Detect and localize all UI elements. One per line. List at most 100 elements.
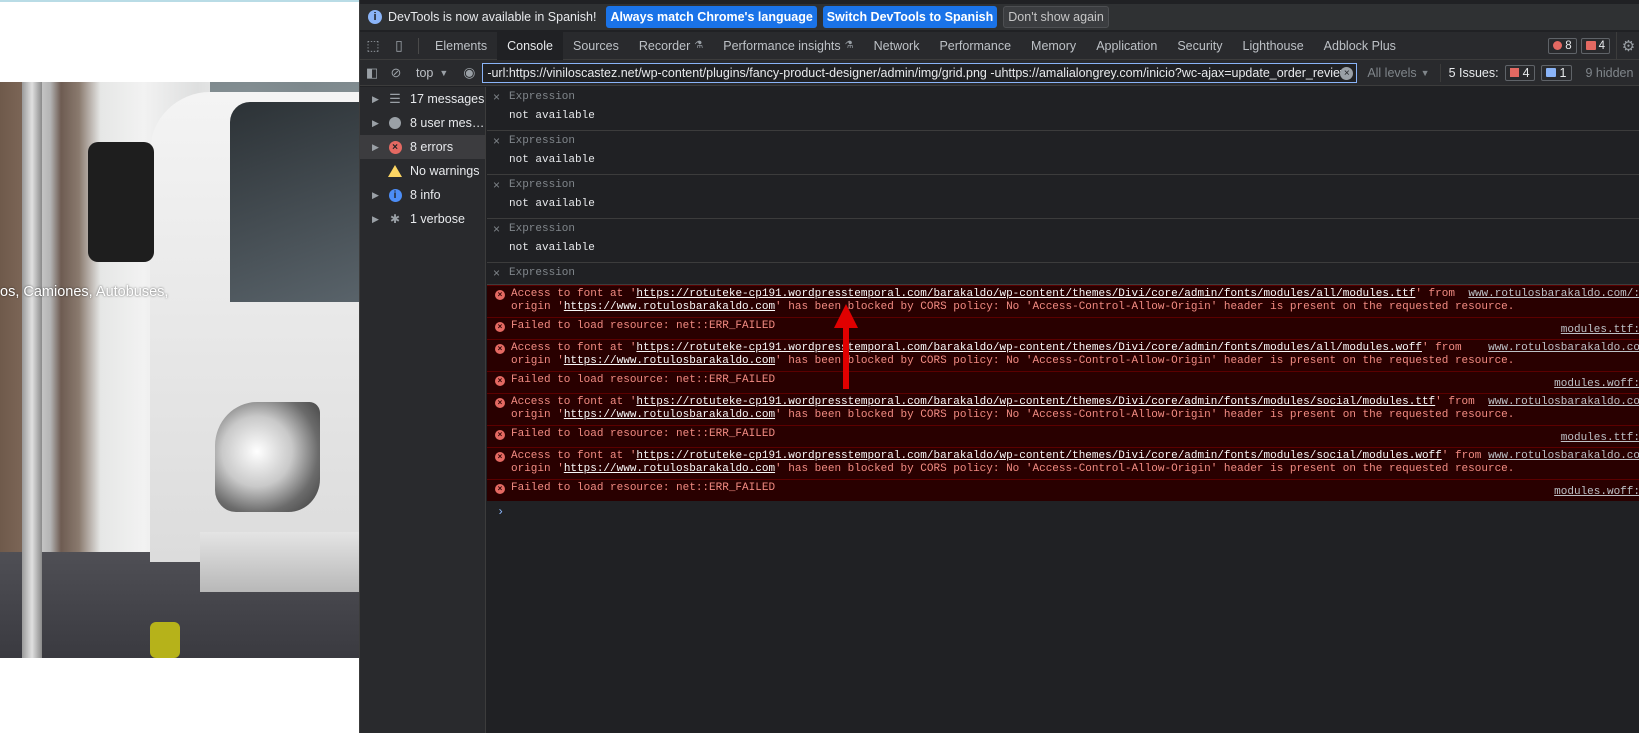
- chevron-down-icon: ▼: [1420, 67, 1430, 78]
- tab-recorder[interactable]: Recorder ⚗: [629, 32, 713, 60]
- list-icon: ☰: [389, 91, 401, 106]
- bug-icon: ✱: [389, 212, 401, 226]
- warning-count: 4: [1598, 39, 1605, 52]
- live-expression[interactable]: × Expression: [487, 263, 1639, 285]
- failed-resource-message[interactable]: × Failed to load resource: net::ERR_FAIL…: [487, 425, 1639, 447]
- sidebar-item-label: 8 user mes…: [410, 116, 485, 130]
- source-link[interactable]: modules.woff:: [1548, 378, 1639, 391]
- flask-icon: ⚗: [694, 40, 704, 51]
- source-link[interactable]: www.rotulosbarakaldo.co: [1482, 450, 1639, 463]
- source-link[interactable]: modules.woff:: [1548, 486, 1639, 499]
- error-icon: ×: [388, 140, 402, 154]
- sidebar-item-messages[interactable]: ▶ ☰ 17 messages: [360, 87, 485, 111]
- live-expression[interactable]: × Expression not available: [487, 131, 1639, 175]
- origin-link[interactable]: https://www.rotulosbarakaldo.com: [564, 355, 775, 367]
- sidebar-item-user-messages[interactable]: ▶ 8 user mes…: [360, 111, 485, 135]
- switch-to-spanish-button[interactable]: Switch DevTools to Spanish: [822, 6, 998, 28]
- tab-performance[interactable]: Performance: [929, 32, 1021, 60]
- live-expression-eye-icon[interactable]: ◉: [456, 64, 482, 81]
- tab-application[interactable]: Application: [1086, 32, 1167, 60]
- origin-link[interactable]: https://www.rotulosbarakaldo.com: [564, 463, 775, 475]
- source-link[interactable]: www.rotulosbarakaldo.co: [1482, 342, 1639, 355]
- source-link[interactable]: modules.ttf:: [1554, 432, 1639, 445]
- origin-link[interactable]: https://www.rotulosbarakaldo.com: [564, 409, 775, 421]
- remove-expression-icon[interactable]: ×: [493, 178, 500, 192]
- cors-error-message[interactable]: × Access to font at 'https://rotuteke-cp…: [487, 393, 1639, 425]
- font-url-link[interactable]: https://rotuteke-cp191.wordpresstemporal…: [636, 396, 1435, 408]
- tab-elements[interactable]: Elements: [425, 32, 497, 60]
- expand-arrow-icon: ▶: [372, 117, 379, 128]
- sidebar-item-info[interactable]: ▶ i 8 info: [360, 183, 485, 207]
- error-icon: ×: [495, 430, 505, 440]
- cors-error-message[interactable]: × Access to font at 'https://rotuteke-cp…: [487, 447, 1639, 479]
- live-expression[interactable]: × Expression not available: [487, 219, 1639, 263]
- live-expression[interactable]: × Expression not available: [487, 175, 1639, 219]
- cors-error-message[interactable]: × Access to font at 'https://rotuteke-cp…: [487, 339, 1639, 371]
- tab-memory[interactable]: Memory: [1021, 32, 1086, 60]
- tab-lighthouse[interactable]: Lighthouse: [1233, 32, 1314, 60]
- sidebar-item-errors[interactable]: ▶ × 8 errors: [360, 135, 485, 159]
- hero-caption: os, Camiones, Autobuses,: [0, 284, 169, 300]
- page-top-border: [0, 0, 359, 2]
- inspect-element-icon[interactable]: ⬚: [360, 32, 386, 60]
- remove-expression-icon[interactable]: ×: [493, 90, 500, 104]
- log-levels-dropdown[interactable]: All levels ▼: [1357, 66, 1439, 80]
- tab-recorder-label: Recorder: [638, 38, 691, 53]
- failed-resource-message[interactable]: × Failed to load resource: net::ERR_FAIL…: [487, 371, 1639, 393]
- sidebar-item-warnings[interactable]: No warnings: [360, 159, 485, 183]
- font-url-link[interactable]: https://rotuteke-cp191.wordpresstemporal…: [636, 288, 1415, 300]
- dont-show-again-button[interactable]: Don't show again: [1003, 6, 1109, 28]
- info-icon: i: [388, 188, 402, 202]
- tab-adblock-plus[interactable]: Adblock Plus: [1314, 32, 1406, 60]
- tab-performance-insights-label: Performance insights: [723, 38, 841, 53]
- tab-console[interactable]: Console: [497, 31, 563, 60]
- error-count: 8: [1565, 39, 1572, 52]
- clear-filter-icon[interactable]: ×: [1340, 66, 1354, 80]
- origin-link[interactable]: https://www.rotulosbarakaldo.com: [564, 301, 775, 313]
- info-icon: i: [368, 10, 382, 24]
- cors-error-message[interactable]: × Access to font at 'https://rotuteke-cp…: [487, 285, 1639, 317]
- console-prompt[interactable]: ›: [487, 501, 1639, 519]
- console-sidebar: ▶ ☰ 17 messages ▶ 8 user mes… ▶ × 8 errors No…: [360, 87, 486, 733]
- error-count-badge[interactable]: 8: [1548, 37, 1577, 54]
- source-link[interactable]: modules.ttf:: [1554, 324, 1639, 337]
- error-icon: ×: [495, 376, 505, 386]
- match-language-button[interactable]: Always match Chrome's language: [606, 6, 817, 28]
- remove-expression-icon[interactable]: ×: [493, 134, 500, 148]
- expression-label: Expression: [509, 91, 576, 103]
- sidebar-item-label: 8 info: [410, 188, 441, 202]
- sidebar-item-label: No warnings: [410, 164, 480, 178]
- flask-icon: ⚗: [844, 40, 854, 51]
- tab-sources[interactable]: Sources: [563, 32, 629, 60]
- red-annotation-arrow-icon: [834, 304, 858, 389]
- font-url-link[interactable]: https://rotuteke-cp191.wordpresstemporal…: [636, 450, 1441, 462]
- counter-badges: 8 4: [1548, 37, 1616, 54]
- language-infobar: i DevTools is now available in Spanish! …: [360, 4, 1639, 30]
- settings-gear-icon[interactable]: ⚙: [1616, 31, 1639, 60]
- remove-expression-icon[interactable]: ×: [493, 266, 500, 280]
- issues-button[interactable]: 5 Issues: 4 1: [1439, 63, 1580, 82]
- source-link[interactable]: www.rotulosbarakaldo.co: [1482, 396, 1639, 409]
- tab-security[interactable]: Security: [1167, 32, 1232, 60]
- expression-value: not available: [509, 154, 595, 166]
- tab-performance-insights[interactable]: Performance insights ⚗: [713, 32, 863, 60]
- context-selector[interactable]: top ▼: [408, 66, 456, 80]
- expression-value: not available: [509, 198, 595, 210]
- failed-resource-message[interactable]: × Failed to load resource: net::ERR_FAIL…: [487, 317, 1639, 339]
- filter-text: -url:https://viniloscastez.net/wp-conten…: [487, 65, 1349, 80]
- clear-console-icon[interactable]: ⊘: [384, 60, 408, 86]
- remove-expression-icon[interactable]: ×: [493, 222, 500, 236]
- failed-resource-message[interactable]: × Failed to load resource: net::ERR_FAIL…: [487, 479, 1639, 501]
- tab-network[interactable]: Network: [864, 32, 930, 60]
- truck-photo: os, Camiones, Autobuses,: [0, 82, 359, 658]
- live-expression[interactable]: × Expression not available: [487, 87, 1639, 131]
- sidebar-toggle-icon[interactable]: ◧: [360, 60, 384, 86]
- sidebar-item-verbose[interactable]: ▶ ✱ 1 verbose: [360, 207, 485, 231]
- font-url-link[interactable]: https://rotuteke-cp191.wordpresstemporal…: [636, 342, 1422, 354]
- device-toolbar-icon[interactable]: ▯: [386, 32, 412, 60]
- console-filter-input[interactable]: -url:https://viniloscastez.net/wp-conten…: [482, 62, 1358, 83]
- levels-label: All levels: [1367, 65, 1417, 80]
- warning-count-badge[interactable]: 4: [1580, 37, 1610, 54]
- error-icon: ×: [495, 484, 505, 494]
- source-link[interactable]: www.rotulosbarakaldo.com/:: [1462, 288, 1639, 301]
